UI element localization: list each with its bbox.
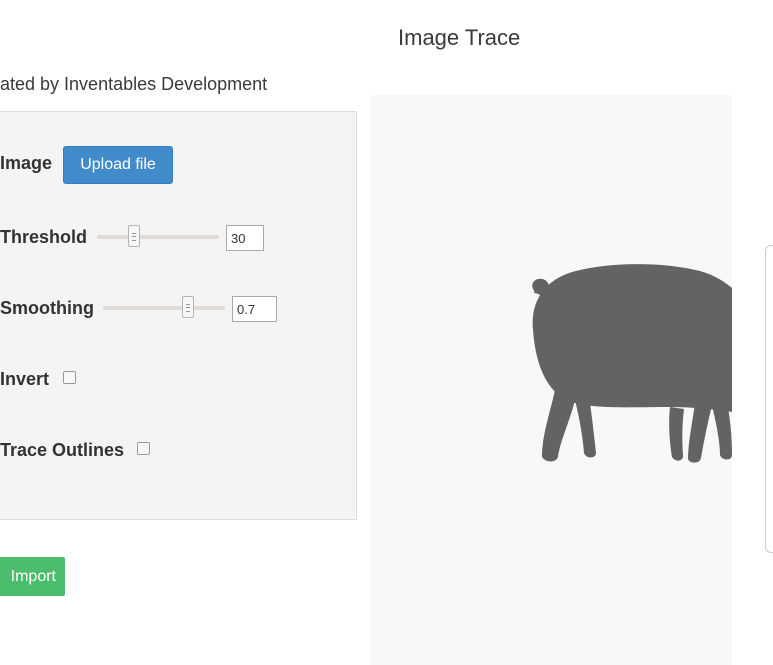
side-panel-edge xyxy=(765,245,773,553)
app-title: Image Trace xyxy=(398,25,521,50)
smoothing-slider[interactable] xyxy=(103,296,225,318)
threshold-input[interactable] xyxy=(226,225,264,251)
trace-preview xyxy=(370,95,732,665)
smoothing-input[interactable] xyxy=(232,296,277,322)
threshold-slider[interactable] xyxy=(97,225,219,247)
trace-outlines-checkbox[interactable] xyxy=(137,442,150,455)
invert-checkbox[interactable] xyxy=(63,371,76,384)
threshold-label: Threshold xyxy=(0,227,88,247)
threshold-slider-track xyxy=(97,235,219,239)
subtitle: ated by Inventables Development xyxy=(0,74,268,94)
trace-outlines-label: Trace Outlines xyxy=(0,440,125,460)
pig-silhouette-image xyxy=(532,264,732,463)
upload-file-button[interactable]: Upload file xyxy=(63,146,173,184)
image-trace-page: Image Trace ated by Inventables Developm… xyxy=(0,0,773,665)
import-button[interactable]: Import xyxy=(0,557,65,596)
image-label: Image xyxy=(0,153,53,173)
smoothing-slider-handle[interactable] xyxy=(182,296,195,318)
threshold-slider-handle[interactable] xyxy=(127,225,140,247)
smoothing-label: Smoothing xyxy=(0,298,94,318)
smoothing-slider-track xyxy=(103,306,225,310)
invert-label: Invert xyxy=(0,369,50,389)
